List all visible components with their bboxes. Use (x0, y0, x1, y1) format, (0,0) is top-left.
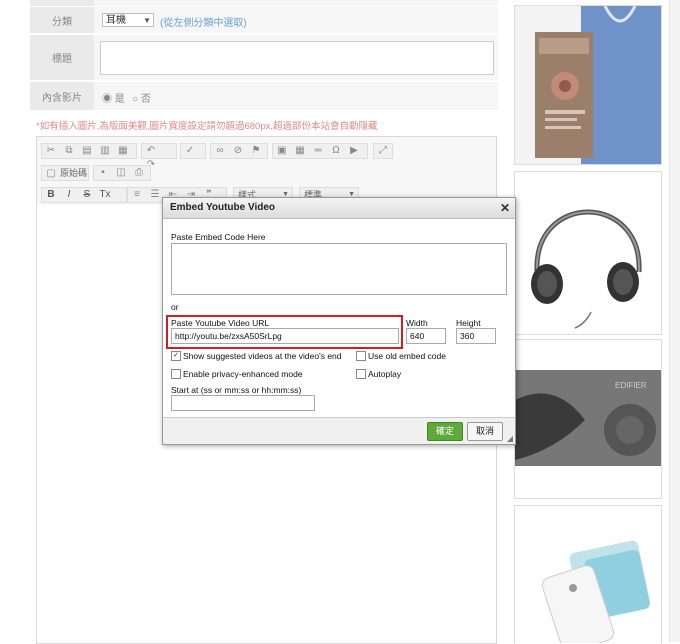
product-thumbnails: EDIFIER (508, 0, 680, 643)
suggested-videos-label: Show suggested videos at the video's end (183, 351, 342, 361)
height-label: Height (456, 318, 481, 328)
toolbar-group-doc: ▪ ◫ ⎙ (93, 165, 151, 181)
toolbar-group-maximize: ⤢ (373, 143, 393, 159)
horizontal-rule-icon[interactable]: ═ (312, 145, 324, 157)
toolbar-group-clipboard: ✂ ⧉ ▤ ▥ ▦ (41, 143, 137, 159)
embed-code-textarea[interactable] (171, 243, 507, 295)
ok-button[interactable]: 確定 (427, 422, 463, 441)
or-label: or (171, 302, 179, 312)
chevron-down-icon: ▼ (143, 16, 151, 25)
autoplay-label: Autoplay (368, 369, 402, 379)
category-hint: (從左側分類中選取) (160, 18, 247, 29)
bullet-list-icon[interactable]: ☰ (149, 189, 161, 201)
video-label: 內含影片 (30, 82, 94, 110)
undo-icon[interactable]: ↶ (145, 145, 157, 157)
print-icon[interactable]: ⎙ (133, 167, 145, 179)
product-thumbnail[interactable] (514, 5, 662, 165)
category-select[interactable]: 耳機 ▼ (102, 13, 154, 27)
youtube-icon[interactable]: ▶ (348, 145, 360, 157)
toolbar-group-undo: ↶↷ (141, 143, 177, 170)
toolbar-group-source: ▢ 原始碼 (41, 165, 89, 181)
privacy-checkbox[interactable] (171, 369, 181, 379)
form-row-top (30, 0, 498, 6)
title-textarea[interactable] (100, 41, 494, 75)
maximize-icon[interactable]: ⤢ (377, 145, 389, 157)
product-image-phone-case (515, 506, 661, 643)
dialog-title: Embed Youtube Video (170, 202, 276, 213)
form-row-title: 標題 (30, 35, 498, 80)
product-image-headphones (515, 172, 661, 334)
video-no-label: 否 (140, 94, 151, 105)
bold-icon[interactable]: B (45, 189, 57, 201)
copy-icon[interactable]: ⧉ (63, 145, 75, 157)
dialog-titlebar[interactable]: Embed Youtube Video ✕ (163, 198, 515, 219)
form-row-video: 內含影片 ◉ 是 ○ 否 (30, 82, 498, 110)
product-thumbnail[interactable] (514, 505, 662, 643)
height-input[interactable]: 360 (456, 328, 496, 344)
start-at-label: Start at (ss or mm:ss or hh:mm:ss) (171, 385, 302, 395)
video-yes-label: 是 (114, 94, 125, 105)
dialog-footer: 確定 取消 ◢ (163, 417, 515, 444)
url-highlight-box (166, 315, 403, 349)
source-icon[interactable]: ▢ (45, 168, 57, 180)
old-embed-label: Use old embed code (368, 351, 446, 361)
image-width-note: *如有插入圖片,為版面美觀,圖片寬度設定請勿超過680px,超過部份本站會自動隱… (36, 121, 378, 132)
suggested-videos-checkbox[interactable]: ✓ (171, 351, 181, 361)
spellcheck-icon[interactable]: ✓ (184, 145, 196, 157)
form-label-empty (30, 0, 94, 6)
svg-text:EDIFIER: EDIFIER (615, 381, 647, 390)
resize-handle-icon[interactable]: ◢ (507, 434, 513, 443)
numbered-list-icon[interactable]: ≡ (131, 189, 143, 201)
category-select-value: 耳機 (106, 15, 126, 26)
title-label: 標題 (30, 35, 94, 80)
product-image-speaker: EDIFIER (515, 340, 661, 498)
close-icon[interactable]: ✕ (500, 198, 510, 218)
width-input-value: 640 (410, 331, 425, 341)
remove-format-icon[interactable]: Tx (99, 189, 111, 201)
table-icon[interactable]: ▦ (294, 145, 306, 157)
category-label: 分類 (30, 7, 94, 33)
preview-icon[interactable]: ◫ (115, 167, 127, 179)
paste-word-icon[interactable]: ▦ (117, 145, 129, 157)
italic-icon[interactable]: I (63, 189, 75, 201)
old-embed-checkbox[interactable] (356, 351, 366, 361)
unlink-icon[interactable]: ⊘ (232, 145, 244, 157)
toolbar-group-basic: B I S Tx (41, 187, 127, 203)
form-row-category: 分類 耳機 ▼ (從左側分類中選取) (30, 7, 498, 33)
special-char-icon[interactable]: Ω (330, 145, 342, 157)
start-at-input[interactable] (171, 395, 315, 411)
anchor-icon[interactable]: ⚑ (250, 145, 262, 157)
height-input-value: 360 (460, 331, 475, 341)
link-icon[interactable]: ∞ (214, 145, 226, 157)
editor-toolbar: ✂ ⧉ ▤ ▥ ▦ ↶↷ ✓ ∞ ⊘ ⚑ ▣ ▦ ═ Ω ▶ ⤢ ▢原始碼 ▪ ◫ ⎙ (37, 137, 496, 205)
width-input[interactable]: 640 (406, 328, 446, 344)
cancel-button[interactable]: 取消 (467, 422, 503, 441)
page-scrollbar[interactable] (669, 0, 680, 642)
paste-icon[interactable]: ▤ (81, 145, 93, 157)
source-button[interactable]: 原始碼 (60, 168, 87, 178)
privacy-label: Enable privacy-enhanced mode (183, 369, 303, 379)
width-label: Width (406, 318, 428, 328)
embed-code-label: Paste Embed Code Here (171, 232, 266, 242)
video-yes-radio[interactable]: ◉ 是 (102, 90, 125, 105)
image-icon[interactable]: ▣ (276, 145, 288, 157)
save-icon[interactable]: ▪ (97, 167, 109, 179)
autoplay-checkbox[interactable] (356, 369, 366, 379)
product-thumbnail[interactable]: EDIFIER (514, 339, 662, 499)
product-thumbnail[interactable] (514, 171, 662, 335)
paste-text-icon[interactable]: ▥ (99, 145, 111, 157)
toolbar-group-insert: ▣ ▦ ═ Ω ▶ (272, 143, 368, 159)
toolbar-group-spell: ✓ (180, 143, 206, 159)
toolbar-group-link: ∞ ⊘ ⚑ (210, 143, 268, 159)
cut-icon[interactable]: ✂ (45, 145, 57, 157)
product-image-earphone-box (515, 6, 661, 164)
strike-icon[interactable]: S (81, 189, 93, 201)
video-no-radio[interactable]: ○ 否 (132, 90, 151, 105)
